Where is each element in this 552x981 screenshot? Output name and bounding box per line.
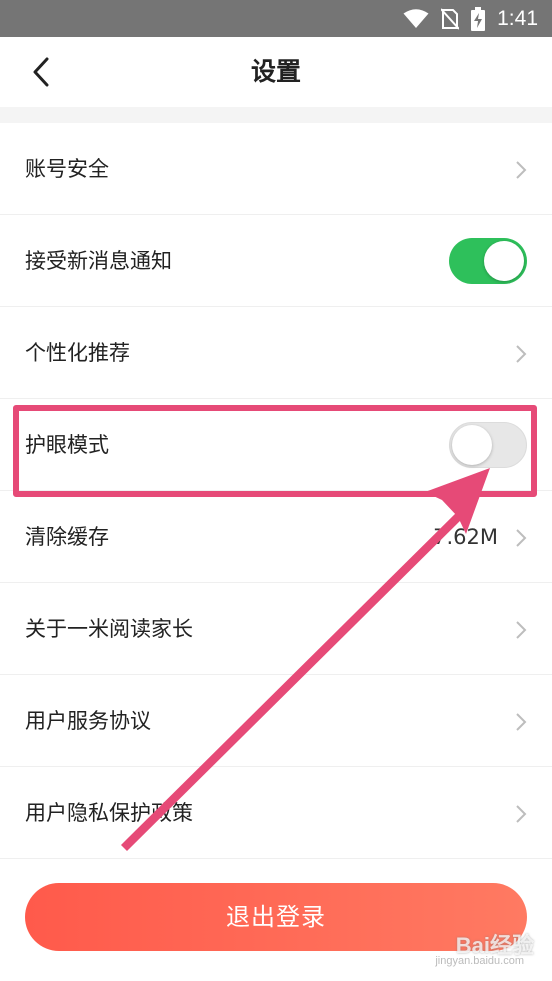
cache-size: 7.62M bbox=[433, 525, 498, 549]
chevron-right-icon bbox=[516, 805, 527, 823]
notify-toggle[interactable] bbox=[449, 238, 527, 284]
chevron-right-icon bbox=[516, 621, 527, 639]
nav-bar: 设置 bbox=[0, 37, 552, 107]
setting-label: 个性化推荐 bbox=[25, 341, 130, 365]
chevron-right-icon bbox=[516, 161, 527, 179]
no-sim-icon bbox=[441, 7, 460, 30]
toggle-knob bbox=[484, 241, 524, 281]
chevron-right-icon bbox=[516, 345, 527, 363]
status-time: 1:41 bbox=[497, 6, 538, 30]
setting-label: 关于一米阅读家长 bbox=[25, 617, 193, 641]
setting-label: 用户隐私保护政策 bbox=[25, 801, 193, 825]
logout-button[interactable]: 退出登录 bbox=[25, 883, 527, 951]
watermark-url: jingyan.baidu.com bbox=[435, 955, 524, 967]
setting-user-agreement[interactable]: 用户服务协议 bbox=[0, 675, 552, 767]
setting-new-message-notify: 接受新消息通知 bbox=[0, 215, 552, 307]
setting-label: 护眼模式 bbox=[25, 433, 109, 457]
setting-label: 接受新消息通知 bbox=[25, 249, 172, 273]
back-button[interactable] bbox=[24, 54, 58, 90]
setting-label: 用户服务协议 bbox=[25, 709, 151, 733]
setting-clear-cache[interactable]: 清除缓存 7.62M bbox=[0, 491, 552, 583]
setting-eye-care: 护眼模式 bbox=[0, 399, 552, 491]
toggle-knob bbox=[452, 425, 492, 465]
eye-care-toggle[interactable] bbox=[449, 422, 527, 468]
chevron-right-icon bbox=[516, 713, 527, 731]
setting-privacy-policy[interactable]: 用户隐私保护政策 bbox=[0, 767, 552, 859]
setting-label: 账号安全 bbox=[25, 157, 109, 181]
section-divider bbox=[0, 107, 552, 123]
wifi-icon bbox=[403, 8, 429, 29]
setting-personalized[interactable]: 个性化推荐 bbox=[0, 307, 552, 399]
chevron-left-icon bbox=[33, 57, 49, 87]
settings-list: 账号安全 接受新消息通知 个性化推荐 护眼模式 清除缓存 7.62M 关于一米阅… bbox=[0, 123, 552, 859]
chevron-right-icon bbox=[516, 529, 527, 547]
page-title: 设置 bbox=[250, 57, 301, 86]
setting-account-security[interactable]: 账号安全 bbox=[0, 123, 552, 215]
status-bar: 1:41 bbox=[0, 0, 552, 37]
setting-label: 清除缓存 bbox=[25, 525, 109, 549]
setting-about[interactable]: 关于一米阅读家长 bbox=[0, 583, 552, 675]
battery-charging-icon bbox=[471, 6, 486, 31]
